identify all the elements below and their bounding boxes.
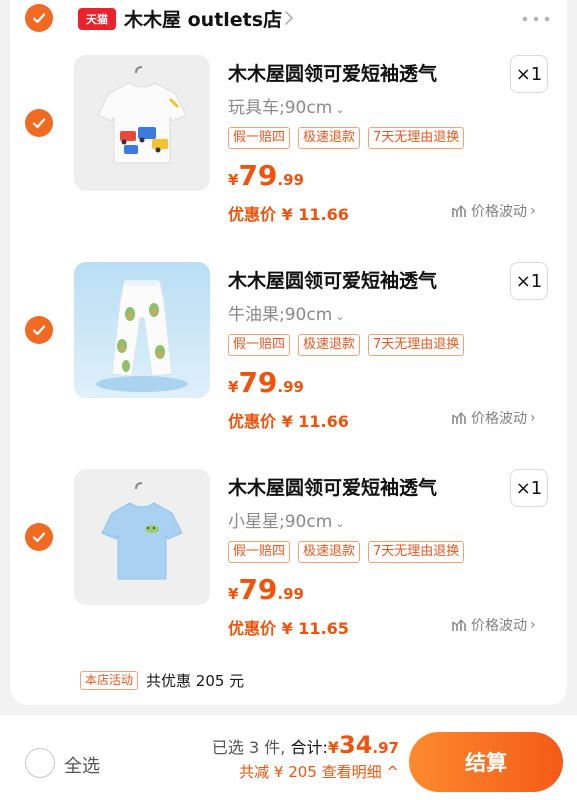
service-tag: 假一赔四 xyxy=(228,541,291,563)
total-integer: 34 xyxy=(339,731,373,759)
price-trend-label: 价格波动 xyxy=(471,411,527,427)
chevron-down-icon: ⌄ xyxy=(335,517,345,530)
promo-text: 共优惠 205 元 xyxy=(146,672,245,690)
checkout-button[interactable]: 结算 xyxy=(409,732,563,792)
service-tags: 假一赔四 极速退款 7天无理由退换 xyxy=(228,334,465,356)
item-price: ¥79.99 xyxy=(228,159,304,192)
service-tag: 7天无理由退换 xyxy=(368,541,465,563)
service-tag: 7天无理由退换 xyxy=(368,127,465,149)
sku-label: 牛油果;90cm xyxy=(228,305,333,325)
price-decimal: .99 xyxy=(277,378,304,396)
service-tag: 假一赔四 xyxy=(228,127,291,149)
sku-selector[interactable]: 小星星;90cm ⌄ xyxy=(228,507,345,532)
order-summary: 已选 3 件, 合计:¥34.97 共减 ¥ 205 查看明细 ^ xyxy=(212,731,399,782)
price-currency: ¥ xyxy=(228,585,239,603)
sku-label: 玩具车;90cm xyxy=(228,98,333,118)
sku-selector[interactable]: 牛油果;90cm ⌄ xyxy=(228,300,345,325)
cart-item[interactable]: 木木屋圆领可爱短袖透气 ×1 玩具车;90cm ⌄ 假一赔四 极速退款 7天无理由… xyxy=(10,55,567,255)
promo-tag: 本店活动 xyxy=(80,671,139,690)
sku-selector[interactable]: 玩具车;90cm ⌄ xyxy=(228,93,345,118)
cart-item[interactable]: 木木屋圆领可爱短袖透气 ×1 小星星;90cm ⌄ 假一赔四 极速退款 7天无理由… xyxy=(10,469,567,669)
chevron-down-icon: ⌄ xyxy=(335,103,345,116)
item-price: ¥79.99 xyxy=(228,366,304,399)
deal-price: 优惠价 ¥ 11.66 xyxy=(228,412,349,431)
cart-item[interactable]: 木木屋圆领可爱短袖透气 ×1 牛油果;90cm ⌄ 假一赔四 极速退款 7天无理由… xyxy=(10,262,567,462)
item-price: ¥79.99 xyxy=(228,573,304,606)
store-header[interactable]: 天猫 木木屋 outlets店 xyxy=(10,0,567,40)
product-image-toy-car-tshirt[interactable] xyxy=(74,55,210,191)
price-trend-link[interactable]: 价格波动 › xyxy=(452,201,536,221)
item-check-icon[interactable] xyxy=(25,109,53,137)
service-tag: 假一赔四 xyxy=(228,334,291,356)
more-dots-icon[interactable] xyxy=(522,16,550,22)
deal-price: 优惠价 ¥ 11.66 xyxy=(228,205,349,224)
chevron-right-icon: › xyxy=(530,617,536,633)
quantity-button[interactable]: ×1 xyxy=(510,262,548,300)
service-tag: 极速退款 xyxy=(298,334,361,356)
item-check-icon[interactable] xyxy=(25,316,53,344)
selected-count: 已选 3 件, xyxy=(211,738,286,757)
sku-label: 小星星;90cm xyxy=(228,512,333,532)
tmall-logo: 天猫 xyxy=(78,8,116,30)
chevron-up-icon: ^ xyxy=(386,763,399,781)
cart-store-card: 天猫 木木屋 outlets店 木木屋圆领可爱短袖透气 ×1 玩具车;90cm … xyxy=(10,0,567,705)
store-promotion[interactable]: 本店活动 共优惠 205 元 xyxy=(80,670,244,691)
item-title[interactable]: 木木屋圆领可爱短袖透气 xyxy=(228,266,437,293)
chevron-right-icon: › xyxy=(530,203,536,219)
total-decimal: .97 xyxy=(372,739,399,757)
price-integer: 79 xyxy=(238,573,278,606)
service-tags: 假一赔四 极速退款 7天无理由退换 xyxy=(228,127,465,149)
select-all-checkbox[interactable] xyxy=(25,748,55,778)
price-trend-icon xyxy=(452,619,466,631)
total-label: 合计: xyxy=(290,738,328,757)
price-trend-label: 价格波动 xyxy=(471,618,527,634)
price-trend-icon xyxy=(452,205,466,217)
deal-price: 优惠价 ¥ 11.65 xyxy=(228,619,349,638)
price-integer: 79 xyxy=(238,159,278,192)
price-decimal: .99 xyxy=(277,585,304,603)
price-trend-label: 价格波动 xyxy=(471,204,527,220)
quantity-button[interactable]: ×1 xyxy=(510,469,548,507)
view-details-link[interactable]: 共减 ¥ 205 查看明细 ^ xyxy=(212,761,399,782)
service-tag: 极速退款 xyxy=(298,127,361,149)
service-tag: 极速退款 xyxy=(298,541,361,563)
price-currency: ¥ xyxy=(228,378,239,396)
checkout-bar: 全选 已选 3 件, 合计:¥34.97 共减 ¥ 205 查看明细 ^ 结算 xyxy=(0,715,577,800)
price-trend-icon xyxy=(452,412,466,424)
quantity-button[interactable]: ×1 xyxy=(510,55,548,93)
chevron-down-icon: ⌄ xyxy=(335,310,345,323)
saving-text: 共减 ¥ 205 查看明细 xyxy=(239,763,382,781)
item-check-icon[interactable] xyxy=(25,523,53,551)
item-title[interactable]: 木木屋圆领可爱短袖透气 xyxy=(228,473,437,500)
item-title[interactable]: 木木屋圆领可爱短袖透气 xyxy=(228,59,437,86)
product-image-blue-tshirt[interactable] xyxy=(74,469,210,605)
chevron-right-icon: › xyxy=(530,410,536,426)
store-check-icon[interactable] xyxy=(25,4,53,32)
service-tag: 7天无理由退换 xyxy=(368,334,465,356)
chevron-right-icon[interactable] xyxy=(282,9,296,27)
price-trend-link[interactable]: 价格波动 › xyxy=(452,408,536,428)
service-tags: 假一赔四 极速退款 7天无理由退换 xyxy=(228,541,465,563)
product-image-avocado-pants[interactable] xyxy=(74,262,210,398)
store-name[interactable]: 木木屋 outlets店 xyxy=(124,5,282,32)
price-decimal: .99 xyxy=(277,171,304,189)
select-all-label[interactable]: 全选 xyxy=(64,752,100,778)
price-integer: 79 xyxy=(238,366,278,399)
total-currency: ¥ xyxy=(327,738,340,757)
price-currency: ¥ xyxy=(228,171,239,189)
price-trend-link[interactable]: 价格波动 › xyxy=(452,615,536,635)
